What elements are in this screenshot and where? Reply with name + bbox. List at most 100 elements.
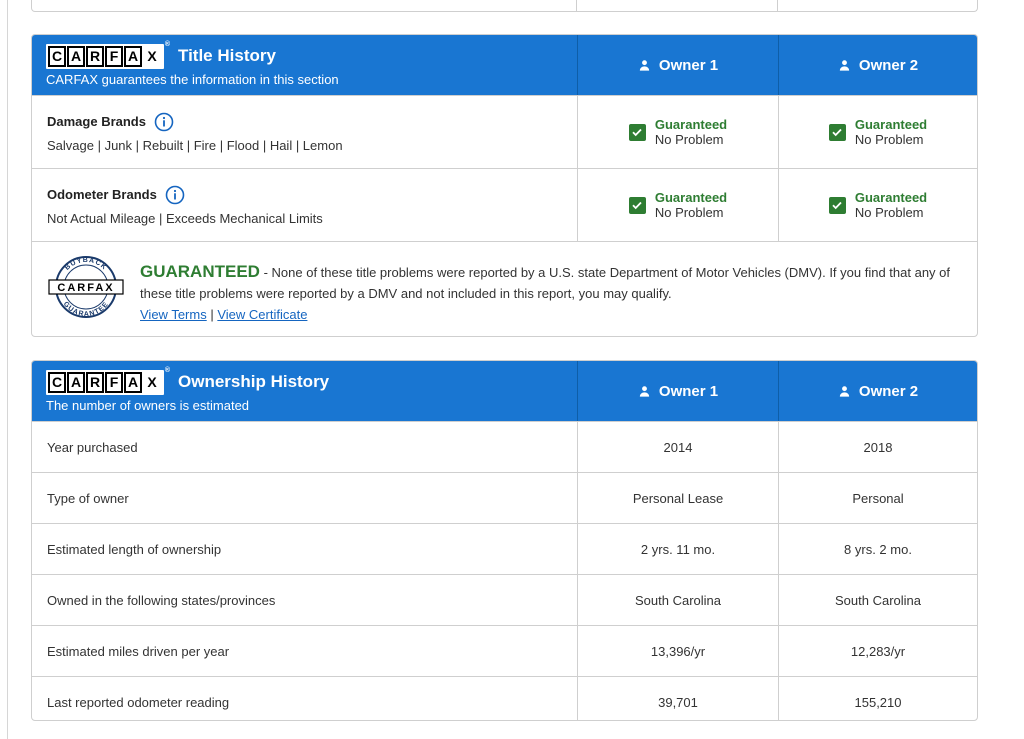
table-row: Owned in the following states/provinces … xyxy=(32,574,977,625)
damage-brands-description: Salvage | Junk | Rebuilt | Fire | Flood … xyxy=(47,137,343,153)
damage-brands-label: Damage Brands xyxy=(47,114,146,129)
view-certificate-link[interactable]: View Certificate xyxy=(217,307,307,322)
logo-letter: A xyxy=(124,45,142,67)
owner-1-value: 2014 xyxy=(577,422,778,472)
person-icon xyxy=(639,59,650,71)
odometer-brands-label: Odometer Brands xyxy=(47,187,157,202)
page-left-border xyxy=(7,0,8,739)
ownership-history-heading: CARFAX ® Ownership History The number of… xyxy=(32,361,577,421)
row-label: Owned in the following states/provinces xyxy=(47,592,276,608)
status-text: Guaranteed No Problem xyxy=(855,190,927,220)
section-title: Title History xyxy=(178,46,276,65)
link-separator: | xyxy=(210,307,214,322)
person-icon xyxy=(839,385,850,397)
carfax-logo: CARFAX ® xyxy=(46,41,170,69)
buyback-guarantee-badge: BUYBACK GUARANTEE CARFAX xyxy=(48,256,124,318)
owner-1-label: Owner 1 xyxy=(658,382,719,400)
row-label: Year purchased xyxy=(47,439,138,455)
title-history-heading: CARFAX ® Title History CARFAX guarantees… xyxy=(32,35,577,95)
table-row: Type of owner Personal Lease Personal xyxy=(32,472,977,523)
status-value: No Problem xyxy=(854,205,924,220)
row-label: Estimated length of ownership xyxy=(47,541,222,557)
damage-brands-name-wrap: Damage Brands xyxy=(47,112,174,132)
damage-brands-owner-1: Guaranteed No Problem xyxy=(577,96,778,168)
table-row: Estimated length of ownership 2 yrs. 11 … xyxy=(32,523,977,574)
status-item: Guaranteed No Problem xyxy=(628,190,727,220)
section-title: Ownership History xyxy=(178,372,330,391)
status-item: Guaranteed No Problem xyxy=(628,117,727,147)
status-text: Guaranteed No Problem xyxy=(655,190,727,220)
badge-logo-text: CARFAX xyxy=(57,282,114,294)
info-icon[interactable] xyxy=(154,112,174,132)
logo-letter: X xyxy=(143,45,161,67)
status-text: Guaranteed No Problem xyxy=(655,117,727,147)
guarantee-row: BUYBACK GUARANTEE CARFAX GUARANTEED - No… xyxy=(32,241,977,336)
title-history-section: CARFAX ® Title History CARFAX guarantees… xyxy=(31,34,978,337)
logo-letter: F xyxy=(105,45,123,67)
status-label: Guaranteed xyxy=(854,117,928,132)
guaranteed-heading: GUARANTEED xyxy=(140,262,260,281)
odometer-brands-cell: Odometer Brands Not Actual Mileage | Exc… xyxy=(32,169,577,241)
logo-letter: A xyxy=(67,45,85,67)
owner-2-value: 12,283/yr xyxy=(778,626,977,676)
odometer-brands-row: Odometer Brands Not Actual Mileage | Exc… xyxy=(32,168,977,241)
owner-2-value: 2018 xyxy=(778,422,977,472)
status-item: Guaranteed No Problem xyxy=(828,190,927,220)
owner-1-header: Owner 1 xyxy=(577,361,778,421)
owner-1-value: Personal Lease xyxy=(577,473,778,523)
guarantee-text-block: GUARANTEED - None of these title problem… xyxy=(140,261,960,336)
odometer-brands-name-wrap: Odometer Brands xyxy=(47,185,185,205)
owner-1-label: Owner 1 xyxy=(658,56,719,74)
owner-2-value: South Carolina xyxy=(778,575,977,625)
column-divider xyxy=(777,0,778,11)
table-row: Year purchased 2014 2018 xyxy=(32,421,977,472)
checkmark-icon xyxy=(628,123,646,141)
row-label: Estimated miles driven per year xyxy=(47,643,230,659)
section-subtitle: CARFAX guarantees the information in thi… xyxy=(46,71,339,87)
owner-1-value: 13,396/yr xyxy=(577,626,778,676)
logo-letter: R xyxy=(86,371,104,393)
owner-1-value: 2 yrs. 11 mo. xyxy=(577,524,778,574)
odometer-brands-owner-1: Guaranteed No Problem xyxy=(577,169,778,241)
owner-2-label: Owner 2 xyxy=(858,382,919,400)
status-value: No Problem xyxy=(854,132,924,147)
odometer-brands-owner-2: Guaranteed No Problem xyxy=(778,169,977,241)
checkmark-icon xyxy=(828,123,846,141)
owner-2-header: Owner 2 xyxy=(778,361,977,421)
owner-2-value: 155,210 xyxy=(778,677,977,720)
title-history-header: CARFAX ® Title History CARFAX guarantees… xyxy=(32,35,977,95)
status-value: No Problem xyxy=(654,205,724,220)
owner-1-value: 39,701 xyxy=(577,677,778,720)
owner-2-header: Owner 2 xyxy=(778,35,977,95)
logo-letter: C xyxy=(48,371,66,393)
section-subtitle: The number of owners is estimated xyxy=(46,397,250,413)
damage-brands-cell: Damage Brands Salvage | Junk | Rebuilt |… xyxy=(32,96,577,168)
row-label: Type of owner xyxy=(47,490,129,506)
info-icon[interactable] xyxy=(165,185,185,205)
logo-letter: R xyxy=(86,45,104,67)
column-divider xyxy=(576,0,577,11)
ownership-history-section: CARFAX ® Ownership History The number of… xyxy=(31,360,978,721)
damage-brands-owner-2: Guaranteed No Problem xyxy=(778,96,977,168)
checkmark-icon xyxy=(628,196,646,214)
logo-letter: A xyxy=(124,371,142,393)
owner-2-label: Owner 2 xyxy=(858,56,919,74)
status-text: Guaranteed No Problem xyxy=(855,117,927,147)
owner-2-value: Personal xyxy=(778,473,977,523)
trademark-mark: ® xyxy=(164,366,170,374)
carfax-logo: CARFAX ® xyxy=(46,367,170,395)
view-terms-link[interactable]: View Terms xyxy=(140,307,207,322)
guarantee-description: - None of these title problems were repo… xyxy=(140,265,951,301)
previous-section-bottom xyxy=(31,0,978,12)
status-value: No Problem xyxy=(654,132,724,147)
odometer-brands-description: Not Actual Mileage | Exceeds Mechanical … xyxy=(47,210,323,226)
person-icon xyxy=(839,59,850,71)
person-icon xyxy=(639,385,650,397)
table-row: Estimated miles driven per year 13,396/y… xyxy=(32,625,977,676)
status-item: Guaranteed No Problem xyxy=(828,117,927,147)
damage-brands-row: Damage Brands Salvage | Junk | Rebuilt |… xyxy=(32,95,977,168)
trademark-mark: ® xyxy=(164,40,170,48)
table-row: Last reported odometer reading 39,701 15… xyxy=(32,676,977,720)
checkmark-icon xyxy=(828,196,846,214)
logo-letter: F xyxy=(105,371,123,393)
